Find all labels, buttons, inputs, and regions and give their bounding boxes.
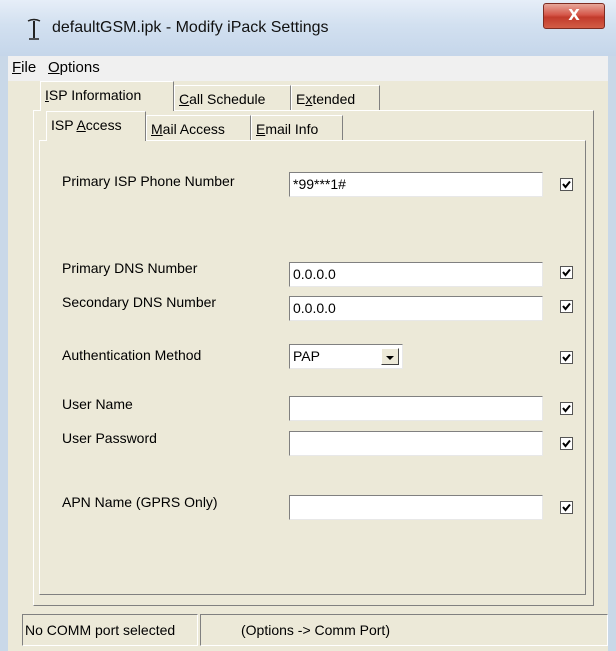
menu-file[interactable]: File	[12, 59, 36, 76]
checkmark-icon	[562, 439, 571, 448]
secondary-dns-checkbox[interactable]	[560, 300, 573, 313]
user-name-checkbox[interactable]	[560, 402, 573, 415]
window-title: defaultGSM.ipk - Modify iPack Settings	[52, 19, 329, 36]
primary-dns-label: Primary DNS Number	[62, 260, 198, 276]
apn-name-input[interactable]	[289, 495, 543, 520]
apn-name-label: APN Name (GPRS Only)	[62, 494, 218, 510]
tab-email-info[interactable]: Email Info	[251, 115, 343, 141]
secondary-dns-input[interactable]: 0.0.0.0	[289, 296, 543, 321]
primary-isp-phone-checkbox[interactable]	[560, 178, 573, 191]
isp-information-panel: ISP Access Mail Access Email Info Primar…	[33, 110, 594, 606]
status-hint: (Options -> Comm Port)	[200, 614, 608, 646]
title-bar[interactable]: defaultGSM.ipk - Modify iPack Settings X	[0, 0, 616, 56]
tab-area: ISP Information Call Schedule Extended I…	[8, 81, 608, 611]
primary-isp-phone-label: Primary ISP Phone Number	[62, 173, 235, 189]
checkmark-icon	[562, 302, 571, 311]
tab-isp-access[interactable]: ISP Access	[46, 111, 146, 141]
user-name-label: User Name	[62, 396, 133, 412]
checkmark-icon	[562, 268, 571, 277]
user-password-label: User Password	[62, 430, 157, 446]
tab-mail-access[interactable]: Mail Access	[146, 115, 251, 141]
isp-access-panel: Primary ISP Phone Number *99***1# Primar…	[39, 140, 586, 595]
status-bar: No COMM port selected (Options -> Comm P…	[8, 611, 608, 651]
checkmark-icon	[562, 503, 571, 512]
apn-name-checkbox[interactable]	[560, 501, 573, 514]
menu-options[interactable]: Options	[48, 59, 100, 76]
menu-bar: File Options	[8, 56, 608, 80]
checkmark-icon	[562, 353, 571, 362]
close-button[interactable]: X	[543, 3, 605, 29]
user-password-checkbox[interactable]	[560, 437, 573, 450]
tab-call-schedule[interactable]: Call Schedule	[174, 85, 291, 111]
dropdown-arrow-icon[interactable]	[381, 348, 399, 365]
auth-method-checkbox[interactable]	[560, 351, 573, 364]
user-password-input[interactable]	[289, 431, 543, 456]
primary-isp-phone-input[interactable]: *99***1#	[289, 172, 543, 197]
window-client: File Options ISP Information Call Schedu…	[8, 56, 608, 651]
user-name-input[interactable]	[289, 396, 543, 421]
primary-dns-checkbox[interactable]	[560, 266, 573, 279]
checkmark-icon	[562, 404, 571, 413]
auth-method-value: PAP	[293, 348, 320, 364]
checkmark-icon	[562, 180, 571, 189]
auth-method-label: Authentication Method	[62, 347, 202, 363]
status-port: No COMM port selected	[22, 614, 198, 646]
primary-dns-input[interactable]: 0.0.0.0	[289, 262, 543, 287]
secondary-dns-label: Secondary DNS Number	[62, 294, 217, 310]
antenna-icon	[27, 18, 41, 40]
auth-method-select[interactable]: PAP	[289, 344, 403, 369]
tab-isp-information[interactable]: ISP Information	[40, 81, 174, 111]
tab-extended[interactable]: Extended	[291, 85, 380, 111]
